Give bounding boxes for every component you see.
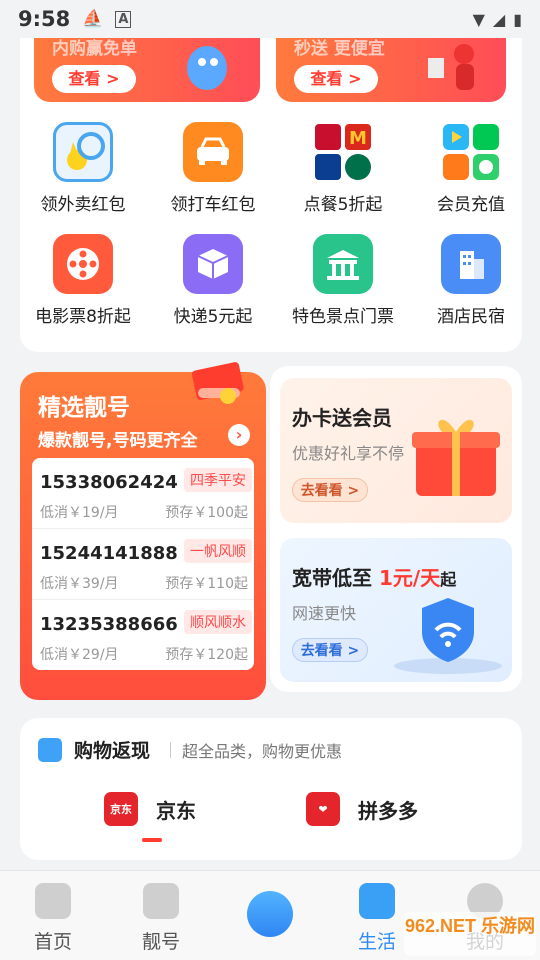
hotel-building-icon	[441, 234, 501, 294]
pinduoduo-logo-icon: ❤	[306, 792, 340, 826]
grid-item-tickets[interactable]: 特色景点门票	[280, 234, 406, 327]
promo-view-button[interactable]: 去看看 >	[292, 638, 368, 662]
notification-ship-icon: ⛵	[82, 9, 104, 29]
shopping-bag-icon	[38, 738, 62, 762]
banner-right[interactable]: 秒送 更便宜 查看 >	[276, 38, 506, 102]
broadband-promo[interactable]: 宽带低至 1元/天起 网速更快 去看看 >	[280, 538, 512, 682]
number-badge: 一帆风顺	[184, 539, 252, 563]
prestore-fee: 预存￥110起	[165, 576, 248, 592]
takeout-icon	[53, 122, 113, 182]
banner-title: 秒送 更便宜	[294, 39, 385, 59]
number-badge: 顺风顺水	[184, 610, 252, 634]
gift-box-icon	[412, 419, 500, 496]
number-badge: 四季平安	[184, 468, 252, 492]
wifi-shield-icon	[394, 598, 502, 674]
store-tab-jd[interactable]: 京东 京东	[104, 792, 196, 826]
shopping-cashback-card: 购物返现 超全品类，购物更优惠 京东 京东 ❤ 拼多多	[20, 718, 522, 860]
wifi-icon: ▼	[472, 9, 485, 29]
grid-label: 会员充值	[437, 195, 505, 215]
numbers-title: 精选靓号	[38, 395, 130, 421]
number-tag-icon	[191, 362, 244, 404]
notification-a-icon: A	[115, 10, 132, 28]
grid-label: 特色景点门票	[292, 307, 394, 327]
jd-logo-text: 京东	[110, 803, 132, 816]
promo-title: 宽带低至 1元/天起	[292, 562, 456, 591]
status-time: 9:58	[18, 7, 71, 31]
car-icon	[183, 122, 243, 182]
store-name: 拼多多	[358, 798, 418, 823]
grid-item-vip[interactable]: 会员充值	[408, 122, 534, 215]
number-list: 15338062424 四季平安 低消￥19/月 预存￥100起 1524414…	[32, 458, 254, 670]
grid-label: 领打车红包	[170, 195, 256, 215]
banner-left[interactable]: 内购赢免单 查看 >	[34, 38, 260, 102]
numbers-subtitle: 爆款靓号,号码更齐全	[38, 431, 198, 451]
promo-title: 办卡送会员	[292, 406, 392, 430]
svg-text:962.NET 乐游网: 962.NET 乐游网	[405, 915, 535, 936]
store-name: 京东	[156, 798, 196, 823]
monthly-fee: 低消￥19/月	[40, 505, 119, 521]
grid-label: 点餐5折起	[303, 195, 383, 215]
customer-service-icon[interactable]	[247, 891, 293, 937]
phone-number: 15338062424	[40, 472, 178, 493]
banner-view-button[interactable]: 查看 >	[52, 65, 136, 93]
phone-number: 13235388666	[40, 614, 178, 635]
promo-panel: 办卡送会员 优惠好礼享不停 去看看 > 宽带低至 1元/天起 网速更快 去看看 …	[270, 366, 522, 692]
banner-title: 内购赢免单	[52, 39, 137, 59]
number-row[interactable]: 15338062424 四季平安 低消￥19/月 预存￥100起	[32, 458, 254, 529]
film-reel-icon	[53, 234, 113, 294]
status-bar: 9:58 ⛵ A ▼ ◢ ▮	[0, 0, 540, 38]
grid-label: 电影票8折起	[35, 307, 131, 327]
shopping-bag-icon	[359, 883, 395, 919]
battery-icon: ▮	[513, 9, 522, 29]
signal-icon: ◢	[492, 9, 506, 29]
number-row[interactable]: 15244141888 一帆风顺 低消￥39/月 预存￥110起	[32, 529, 254, 600]
store-tab-pdd[interactable]: ❤ 拼多多	[306, 792, 418, 826]
services-card: 内购赢免单 查看 > 秒送 更便宜 查看 > 领外卖红包 领打车红包 M 点餐5…	[20, 38, 522, 352]
grid-label: 领外卖红包	[40, 195, 126, 215]
promo-price: 1元/天	[378, 566, 441, 590]
chevron-right-icon[interactable]: ›	[228, 424, 250, 446]
active-tab-indicator	[142, 838, 162, 842]
nav-label: 首页	[33, 931, 72, 953]
temple-icon	[313, 234, 373, 294]
number-row[interactable]: 13235388666 顺风顺水 低消￥29/月 预存￥120起	[32, 600, 254, 670]
grid-item-food[interactable]: M 点餐5折起	[280, 122, 406, 215]
premium-numbers-card[interactable]: 精选靓号 爆款靓号,号码更齐全 › 15338062424 四季平安 低消￥19…	[20, 362, 266, 700]
grid-item-hotel[interactable]: 酒店民宿	[408, 234, 534, 327]
promo-view-button[interactable]: 去看看 >	[292, 478, 368, 502]
video-vip-icon	[441, 122, 501, 182]
prestore-fee: 预存￥120起	[165, 647, 248, 663]
grid-item-express[interactable]: 快递5元起	[150, 234, 276, 327]
prestore-fee: 预存￥100起	[165, 505, 248, 521]
promo-subtitle: 优惠好礼享不停	[292, 444, 405, 463]
grid-item-taxi[interactable]: 领打车红包	[150, 122, 276, 215]
food-brands-icon: M	[313, 122, 373, 182]
promo-subtitle: 网速更快	[292, 604, 357, 623]
svg-text:M: M	[349, 128, 367, 149]
phone-number: 15244141888	[40, 543, 178, 564]
monthly-fee: 低消￥39/月	[40, 576, 119, 592]
banner-view-button[interactable]: 查看 >	[294, 65, 378, 93]
jd-logo-icon: 京东	[104, 792, 138, 826]
shopping-title: 购物返现	[74, 740, 151, 762]
grid-label: 酒店民宿	[437, 307, 505, 327]
nav-numbers[interactable]: 靓号	[116, 883, 206, 954]
site-watermark: 962.NET 乐游网	[404, 912, 536, 956]
shopping-subtitle: 超全品类，购物更优惠	[182, 742, 343, 761]
grid-label: 快递5元起	[173, 307, 253, 327]
grid-item-takeout[interactable]: 领外卖红包	[20, 122, 146, 215]
nav-home[interactable]: 首页	[8, 883, 98, 954]
promo-title-prefix: 宽带低至	[292, 566, 372, 590]
divider	[170, 742, 171, 758]
sim-card-promo[interactable]: 办卡送会员 优惠好礼享不停 去看看 >	[280, 378, 512, 523]
sim-card-icon	[143, 883, 179, 919]
home-icon	[35, 883, 71, 919]
promo-title-suffix: 起	[440, 570, 457, 589]
mascot-icon	[187, 46, 227, 90]
grid-item-movie[interactable]: 电影票8折起	[20, 234, 146, 327]
package-box-icon	[183, 234, 243, 294]
monthly-fee: 低消￥29/月	[40, 647, 119, 663]
delivery-person-icon	[428, 44, 474, 90]
nav-label: 靓号	[141, 931, 180, 953]
